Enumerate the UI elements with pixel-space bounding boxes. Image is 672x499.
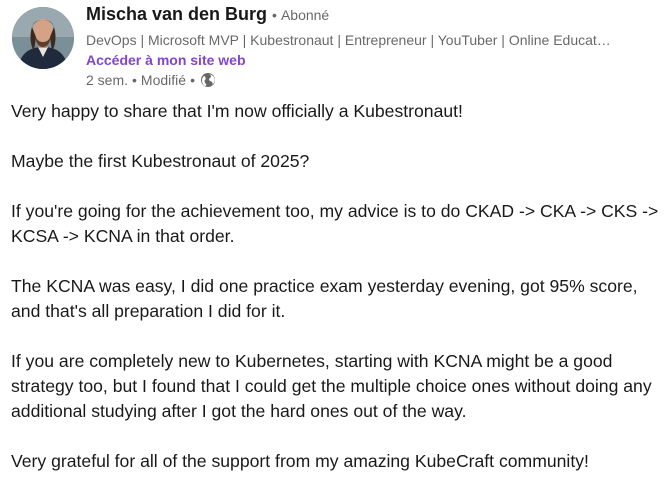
- post-paragraph: The KCNA was easy, I did one practice ex…: [11, 276, 638, 321]
- post-paragraph: If you're going for the achievement too,…: [11, 201, 659, 246]
- post-header: Mischa van den Burg • Abonné DevOps | Mi…: [12, 4, 662, 90]
- post-time: 2 sem.: [86, 72, 129, 88]
- person-avatar-icon: [12, 7, 74, 69]
- follow-status: Abonné: [280, 7, 330, 23]
- post-paragraph: If you are completely new to Kubernetes,…: [11, 351, 652, 421]
- name-separator: •: [272, 7, 277, 23]
- edited-label: Modifié: [140, 72, 187, 88]
- author-avatar[interactable]: [12, 7, 74, 69]
- meta-separator: •: [132, 72, 137, 88]
- post-paragraph: Very grateful for all of the support fro…: [11, 451, 589, 471]
- website-link[interactable]: Accéder à mon site web: [86, 50, 246, 70]
- author-headline: DevOps | Microsoft MVP | Kubestronaut | …: [86, 32, 611, 48]
- meta-separator-2: •: [190, 72, 195, 88]
- actor-info: Mischa van den Burg • Abonné DevOps | Mi…: [86, 4, 662, 90]
- name-row: Mischa van den Burg • Abonné: [86, 4, 662, 30]
- post-paragraph: Very happy to share that I'm now officia…: [11, 101, 463, 121]
- post-meta: 2 sem. • Modifié •: [86, 70, 662, 90]
- post-body: Very happy to share that I'm now officia…: [11, 99, 665, 499]
- author-name[interactable]: Mischa van den Burg: [86, 4, 267, 25]
- post-paragraph: Maybe the first Kubestronaut of 2025?: [11, 151, 310, 171]
- globe-icon: [200, 72, 216, 88]
